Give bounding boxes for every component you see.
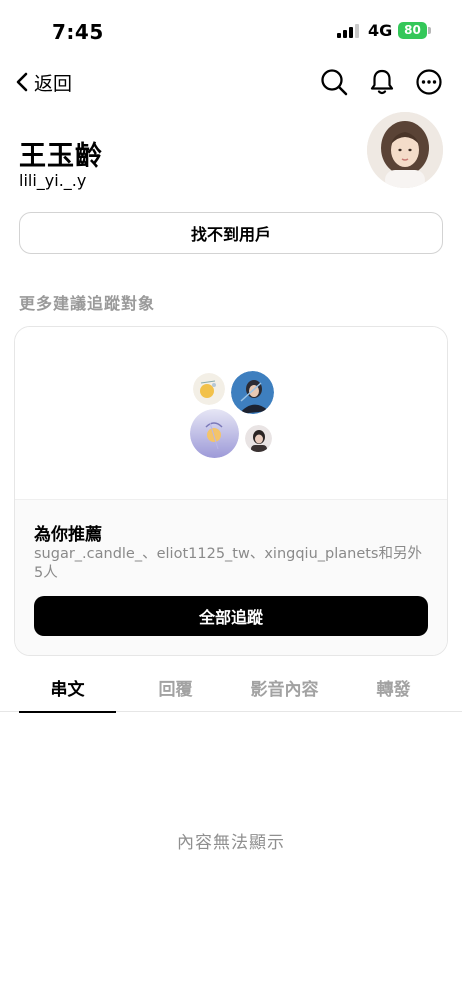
back-button[interactable]: 返回 — [16, 66, 72, 98]
user-not-found-button[interactable]: 找不到用戶 — [19, 212, 443, 254]
tab-reposts[interactable]: 轉發 — [345, 668, 442, 712]
follow-all-button[interactable]: 全部追蹤 — [34, 596, 428, 636]
suggested-avatar — [190, 409, 239, 458]
profile-name: 王玉齡 — [19, 141, 103, 172]
more-icon[interactable] — [413, 66, 445, 98]
chevron-left-icon — [16, 72, 28, 92]
back-label: 返回 — [34, 72, 73, 95]
nav-bar: 返回 — [0, 62, 462, 104]
tab-media[interactable]: 影音內容 — [236, 668, 333, 712]
tab-replies[interactable]: 回覆 — [127, 668, 224, 712]
suggestion-details: 為你推薦 sugar_.candle_、eliot1125_tw、xingqiu… — [15, 499, 447, 655]
tab-threads[interactable]: 串文 — [19, 668, 116, 713]
avatar[interactable] — [367, 112, 443, 188]
suggestion-description: sugar_.candle_、eliot1125_tw、xingqiu_plan… — [34, 546, 422, 581]
suggestion-title: 為你推薦 — [34, 525, 102, 545]
suggested-avatars — [15, 327, 447, 499]
signal-icon — [337, 24, 361, 38]
suggested-avatar — [245, 425, 272, 452]
status-bar: 7:45 4G 80 — [0, 0, 462, 62]
suggestion-card: 為你推薦 sugar_.candle_、eliot1125_tw、xingqiu… — [14, 326, 448, 656]
suggested-avatar — [231, 371, 274, 414]
empty-content-message: 內容無法顯示 — [177, 833, 285, 853]
network-type: 4G — [368, 21, 393, 40]
search-icon[interactable] — [318, 66, 350, 98]
suggestions-heading: 更多建議追蹤對象 — [19, 294, 156, 313]
profile-handle: lili_yi._.y — [19, 171, 87, 190]
profile-tabs: 串文 回覆 影音內容 轉發 — [0, 668, 462, 713]
bell-icon[interactable] — [366, 66, 398, 98]
battery-icon: 80 — [398, 22, 427, 39]
battery-tip — [428, 27, 431, 34]
suggested-avatar — [193, 373, 225, 405]
status-time: 7:45 — [52, 20, 104, 44]
